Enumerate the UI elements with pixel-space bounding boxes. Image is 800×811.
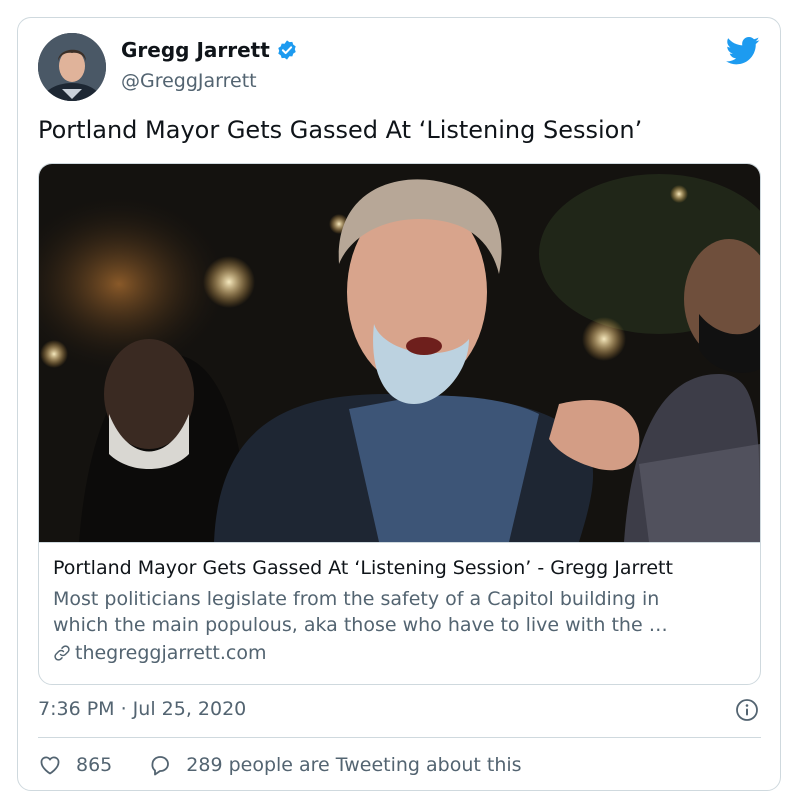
- article-photo: [39, 164, 760, 542]
- link-icon: [54, 645, 70, 661]
- avatar[interactable]: [38, 33, 106, 101]
- verified-badge-icon: [278, 40, 296, 60]
- tweet-timestamp[interactable]: 7:36 PM · Jul 25, 2020: [38, 698, 246, 720]
- speech-bubble-icon[interactable]: [148, 753, 172, 777]
- conversation-text[interactable]: 289 people are Tweeting about this: [186, 754, 521, 776]
- tweet-actions-bar: 865 289 people are Tweeting about this: [38, 753, 558, 777]
- twitter-bird-icon[interactable]: [726, 36, 760, 66]
- link-card-description-line: Most politicians legislate from the safe…: [53, 588, 660, 610]
- link-card-divider: [39, 542, 760, 543]
- tweet-embed-card[interactable]: Gregg Jarrett @GreggJarrett Portland May…: [17, 17, 781, 791]
- author-name-row[interactable]: Gregg Jarrett: [121, 38, 298, 62]
- author-display-name[interactable]: Gregg Jarrett: [121, 38, 270, 62]
- conversation-action[interactable]: 289 people are Tweeting about this: [148, 753, 522, 777]
- actions-divider: [38, 737, 761, 738]
- tweet-text: Portland Mayor Gets Gassed At ‘Listening…: [38, 116, 643, 144]
- info-icon[interactable]: [735, 698, 759, 722]
- author-handle[interactable]: @GreggJarrett: [121, 70, 257, 92]
- link-card-domain-row[interactable]: thegreggjarrett.com: [53, 642, 266, 664]
- like-action[interactable]: 865: [38, 753, 112, 777]
- avatar-photo: [38, 33, 106, 101]
- link-card-description: Most politicians legislate from the safe…: [53, 586, 743, 638]
- link-card-description-line: which the main populous, aka those who h…: [53, 614, 668, 636]
- likes-count[interactable]: 865: [76, 754, 112, 776]
- link-card-domain[interactable]: thegreggjarrett.com: [75, 642, 266, 664]
- link-preview-card[interactable]: Portland Mayor Gets Gassed At ‘Listening…: [38, 163, 761, 685]
- heart-icon[interactable]: [38, 753, 62, 777]
- link-card-title[interactable]: Portland Mayor Gets Gassed At ‘Listening…: [53, 557, 673, 579]
